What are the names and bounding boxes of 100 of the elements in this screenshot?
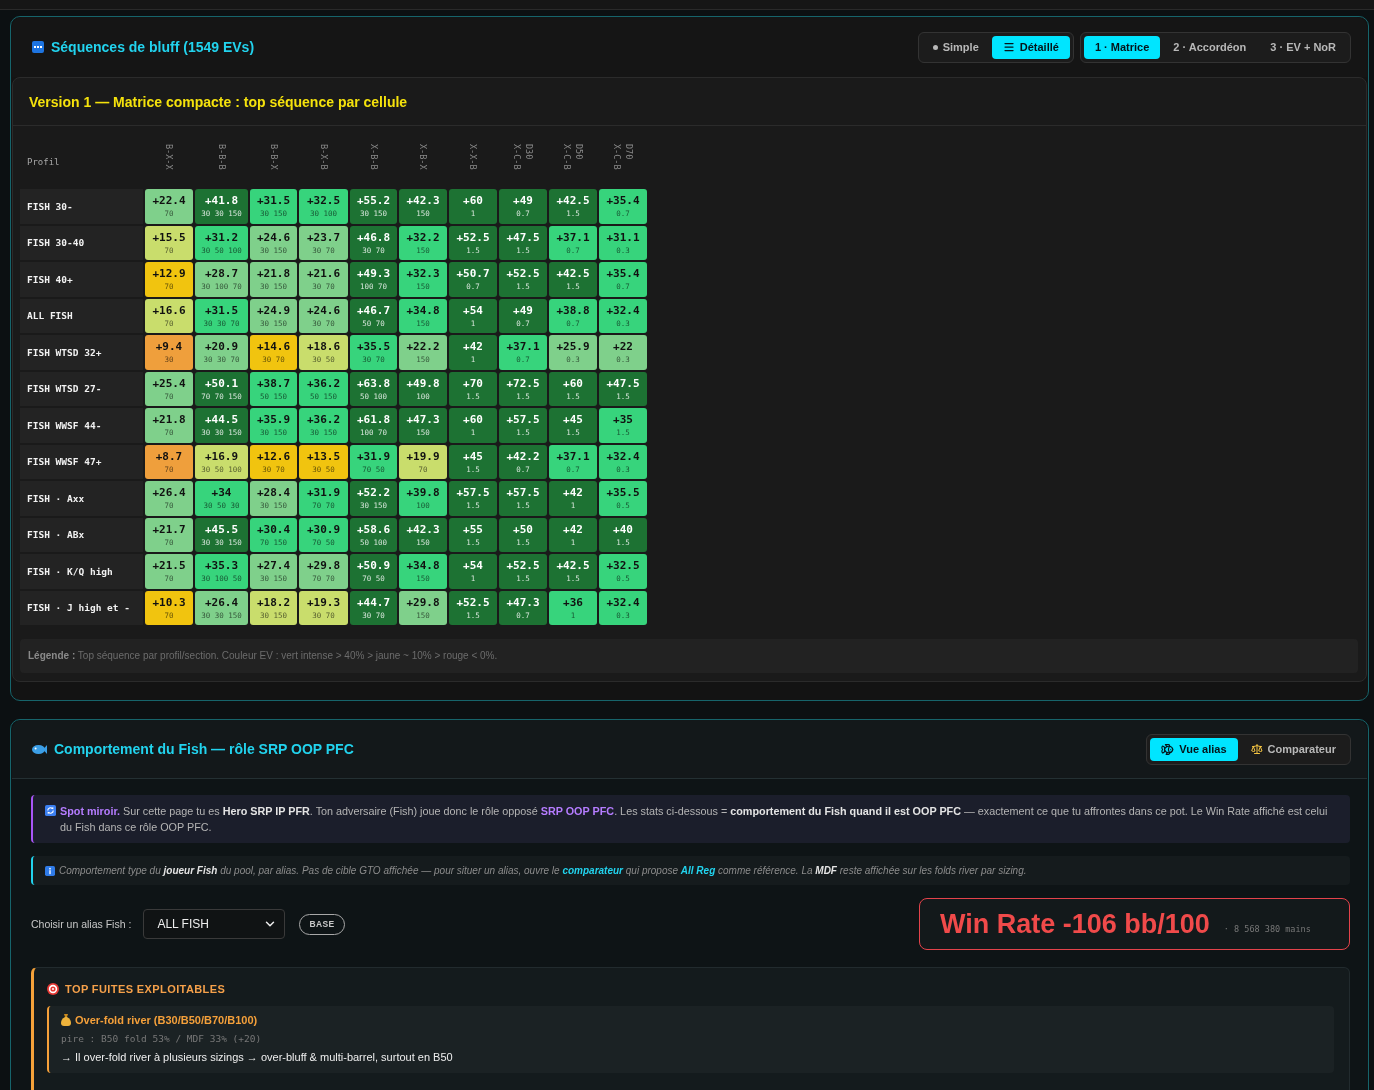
- ev-value: +25.9: [556, 340, 590, 354]
- card-title: Version 1 — Matrice compacte : top séquence par cellule: [29, 93, 408, 110]
- ev-value: +45: [463, 449, 483, 463]
- ev-value: +22: [613, 340, 633, 354]
- ev-value: +50.1: [204, 376, 239, 390]
- ev-value: +50.9: [356, 559, 391, 573]
- ev-value: +60: [563, 376, 583, 390]
- ev-value: +35.9: [256, 413, 291, 427]
- ev-value: +32.5: [606, 559, 640, 573]
- profile-label: FISH · ABx: [20, 517, 143, 552]
- ev-value: +49: [513, 194, 533, 208]
- ev-value: +42: [463, 340, 483, 354]
- ev-value: +23.7: [306, 230, 341, 244]
- ev-value: +34: [211, 486, 232, 500]
- ev-value: +58.6: [356, 522, 391, 536]
- fish-icon: [32, 743, 47, 755]
- ev-value: +18.2: [256, 595, 291, 609]
- ev-value: +44.7: [356, 595, 391, 609]
- profile-label: FISH · Axx: [20, 481, 143, 516]
- balance-scale-icon: [1250, 743, 1263, 755]
- ev-value: +32.4: [606, 303, 640, 317]
- view-toggle-button[interactable]: Détaillé: [991, 35, 1070, 59]
- ev-value: +32.5: [306, 194, 341, 208]
- ev-value: +26.4: [152, 486, 186, 500]
- ev-value: +42: [563, 486, 583, 500]
- ev-value: +52.5: [506, 267, 540, 281]
- ev-value: +10.3: [152, 595, 186, 609]
- menu-icon: [1002, 41, 1015, 53]
- ev-value: +61.8: [356, 413, 391, 427]
- ev-value: +42.3: [406, 194, 440, 208]
- profile-label: FISH WTSD 27-: [20, 371, 143, 406]
- ev-value: +42.5: [556, 559, 590, 573]
- ev-value: +42: [563, 522, 583, 536]
- ev-value: +13.5: [306, 449, 341, 463]
- column-header: X-X-B: [467, 144, 479, 170]
- ev-value: +28.4: [256, 486, 291, 500]
- column-header: B-X-X: [163, 144, 175, 170]
- ev-value: +9.4: [155, 340, 183, 354]
- ev-value: +54: [463, 559, 483, 573]
- profile-label: FISH · J high et -: [20, 590, 143, 625]
- ev-value: +25.4: [152, 376, 186, 390]
- mode-tab[interactable]: Comparateur: [1239, 737, 1347, 761]
- ev-value: +47.5: [606, 376, 640, 390]
- ev-value: +31.5: [204, 303, 239, 317]
- ev-value: +21.5: [152, 559, 186, 573]
- leak-detail: pire : B50 fold 53% / MDF 33% (+20): [61, 1033, 263, 1044]
- mode-tab[interactable]: Vue alias: [1150, 737, 1238, 761]
- version-tab[interactable]: 2 · Accordéon: [1162, 35, 1258, 59]
- ev-value: +14.6: [256, 340, 291, 354]
- ev-value: +12.6: [256, 449, 291, 463]
- win-rate-value: Win Rate -106 bb/100: [940, 908, 1210, 940]
- ev-value: +12.9: [152, 267, 186, 281]
- profile-label: FISH WWSF 47+: [20, 444, 143, 479]
- ev-value: +19.3: [306, 595, 341, 609]
- ev-value: +37.1: [556, 230, 590, 244]
- ev-value: +50: [513, 522, 533, 536]
- ev-value: +27.4: [256, 559, 291, 573]
- ev-value: +35.3: [204, 559, 239, 573]
- ev-value: +36.2: [306, 376, 341, 390]
- column-header: X-C-B D50: [561, 144, 585, 172]
- ev-value: +31.9: [306, 486, 341, 500]
- ev-value: +19.9: [406, 449, 440, 463]
- ev-value: +34.8: [406, 303, 440, 317]
- ev-value: +63.8: [356, 376, 391, 390]
- ev-value: +40: [613, 522, 633, 536]
- alias-label: Choisir un alias Fish :: [31, 918, 132, 930]
- ev-value: +42.5: [556, 267, 590, 281]
- ev-value: +45.5: [204, 522, 239, 536]
- column-header: Profil: [27, 156, 60, 167]
- leak-advice: → Il over-fold river à plusieurs sizings → over-bluff & multi-barrel, surtout en B50: [61, 1051, 454, 1063]
- ev-value: +46.7: [356, 303, 391, 317]
- column-header: X-C-B D70: [611, 144, 635, 172]
- ev-value: +31.1: [606, 230, 640, 244]
- ev-value: +52.5: [506, 559, 540, 573]
- ev-value: +49: [513, 303, 533, 317]
- ev-value: +24.6: [306, 303, 341, 317]
- ev-value: +18.6: [306, 340, 341, 354]
- ev-value: +37.1: [556, 449, 590, 463]
- ev-value: +45: [563, 413, 583, 427]
- ev-value: +24.9: [256, 303, 291, 317]
- leaks-title: TOP FUITES EXPLOITABLES: [65, 983, 226, 995]
- version-tab[interactable]: 3 · EV + NoR: [1259, 35, 1347, 59]
- ev-value: +57.5: [456, 486, 490, 500]
- ev-value: +49.3: [356, 267, 391, 281]
- view-toggle-button[interactable]: Simple: [921, 35, 990, 59]
- column-header: X-B-B: [367, 144, 380, 170]
- ev-value: +60: [463, 413, 483, 427]
- ev-value: +35.4: [606, 267, 640, 281]
- ev-value: +26.4: [204, 595, 239, 609]
- alias-select[interactable]: ALL FISH: [143, 909, 286, 939]
- dot-icon: [932, 44, 938, 50]
- ev-value: +55.2: [356, 194, 391, 208]
- ev-value: +52.5: [456, 230, 490, 244]
- ev-value: +44.5: [204, 413, 239, 427]
- version-tab[interactable]: 1 · Matrice: [1083, 35, 1161, 59]
- hands-count: · 8 568 380 mains: [1223, 923, 1311, 934]
- ev-value: +8.7: [155, 449, 183, 463]
- ev-value: +24.6: [256, 230, 291, 244]
- ev-value: +72.5: [506, 376, 540, 390]
- profile-label: ALL FISH: [20, 298, 143, 333]
